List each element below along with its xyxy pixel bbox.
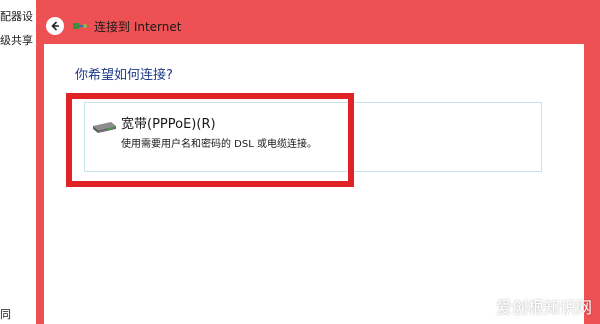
watermark-text: 爱创根知识网 (495, 298, 592, 317)
highlight-box (66, 93, 354, 187)
back-arrow-icon (51, 21, 59, 31)
dialog-title-bar: 连接到 Internet (36, 14, 586, 38)
network-icon (73, 23, 87, 29)
background-text: 配器设 (0, 10, 33, 23)
background-text: 级共享 (0, 34, 33, 47)
dialog-title: 连接到 Internet (94, 19, 182, 34)
background-text: 同 (0, 308, 11, 321)
back-button[interactable] (46, 17, 64, 35)
background-window: 配器设 级共享 同 (0, 0, 36, 324)
connection-question: 你希望如何连接? (75, 68, 173, 83)
